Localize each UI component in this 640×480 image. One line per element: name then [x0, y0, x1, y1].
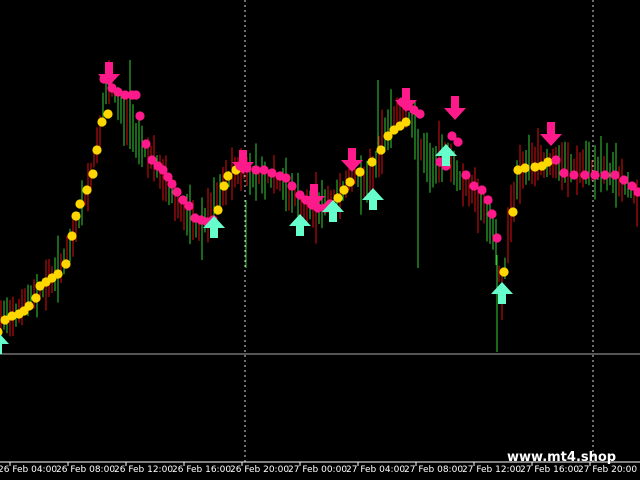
pink-dot — [610, 170, 620, 180]
yellow-dot — [67, 231, 77, 241]
x-tick-label: 26 Feb 12:00 — [114, 465, 173, 475]
yellow-dot — [508, 207, 518, 217]
x-tick-label: 26 Feb 16:00 — [172, 465, 231, 475]
yellow-dot — [213, 205, 223, 215]
yellow-dot — [543, 157, 553, 167]
yellow-dot — [355, 167, 365, 177]
yellow-dot — [88, 169, 98, 179]
pink-dot — [492, 233, 502, 243]
pink-dot — [483, 195, 493, 205]
pink-dot — [477, 185, 487, 195]
pink-dot — [259, 165, 269, 175]
yellow-dot — [75, 199, 85, 209]
x-tick-label: 27 Feb 20:00 — [578, 465, 637, 475]
pink-dot — [141, 139, 151, 149]
x-tick-label: 26 Feb 08:00 — [56, 465, 115, 475]
pink-dot — [580, 170, 590, 180]
yellow-dot — [92, 145, 102, 155]
pink-dot — [469, 181, 479, 191]
pink-dot — [415, 109, 425, 119]
pink-dot — [135, 111, 145, 121]
x-tick-label: 27 Feb 12:00 — [462, 465, 521, 475]
pink-dot — [131, 90, 141, 100]
pink-dot — [569, 170, 579, 180]
pink-dot — [461, 170, 471, 180]
pink-dot — [287, 181, 297, 191]
pink-dot — [487, 209, 497, 219]
pink-dot — [172, 187, 182, 197]
yellow-dot — [97, 117, 107, 127]
yellow-dot — [339, 185, 349, 195]
yellow-dot — [53, 269, 63, 279]
yellow-dot — [499, 267, 509, 277]
x-tick-label: 27 Feb 08:00 — [404, 465, 463, 475]
x-tick-label: 26 Feb 04:00 — [0, 465, 57, 475]
yellow-dot — [223, 171, 233, 181]
pink-dot — [167, 179, 177, 189]
pink-dot — [184, 201, 194, 211]
yellow-dot — [333, 193, 343, 203]
yellow-dot — [219, 181, 229, 191]
yellow-dot — [345, 177, 355, 187]
pink-dot — [281, 173, 291, 183]
x-tick-label: 27 Feb 00:00 — [288, 465, 347, 475]
chart-background — [0, 0, 640, 480]
pink-dot — [267, 168, 277, 178]
pink-dot — [619, 175, 629, 185]
yellow-dot — [71, 211, 81, 221]
yellow-dot — [103, 109, 113, 119]
yellow-dot — [24, 301, 34, 311]
yellow-dot — [376, 145, 386, 155]
pink-dot — [559, 168, 569, 178]
pink-dot — [600, 170, 610, 180]
pink-dot — [551, 155, 561, 165]
yellow-dot — [31, 293, 41, 303]
pink-dot — [590, 170, 600, 180]
x-tick-label: 27 Feb 04:00 — [346, 465, 405, 475]
yellow-dot — [61, 259, 71, 269]
yellow-dot — [82, 185, 92, 195]
yellow-dot — [401, 117, 411, 127]
yellow-dot — [367, 157, 377, 167]
x-tick-label: 27 Feb 16:00 — [520, 465, 579, 475]
pink-dot — [251, 165, 261, 175]
price-chart: 26 Feb 04:0026 Feb 08:0026 Feb 12:0026 F… — [0, 0, 640, 480]
x-tick-label: 26 Feb 20:00 — [230, 465, 289, 475]
pink-dot — [453, 137, 463, 147]
yellow-dot — [520, 163, 530, 173]
watermark: www.mt4.shop — [507, 450, 616, 465]
